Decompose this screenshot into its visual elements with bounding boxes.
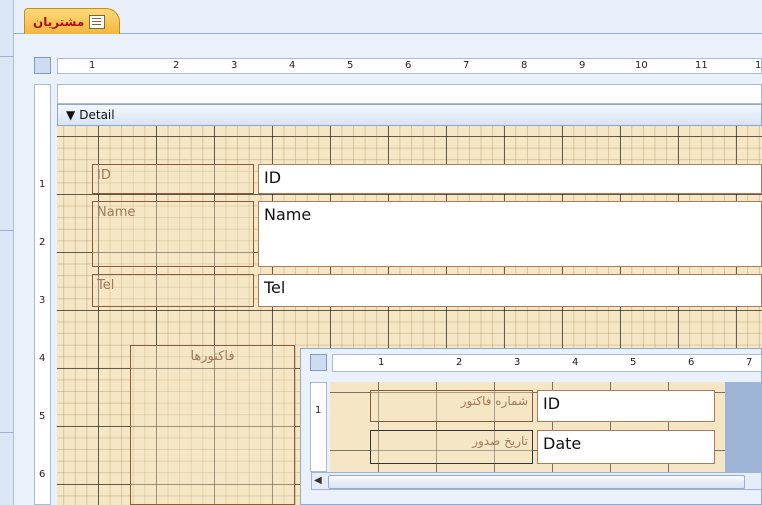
nav-divider [0,230,14,231]
form-selector-button[interactable] [34,57,51,74]
name-textbox[interactable]: Name [258,201,762,267]
tel-textbox[interactable]: Tel [258,274,762,307]
ruler-number: 11 [695,60,708,71]
detail-section-label: Detail [79,108,115,122]
form-icon [89,14,106,29]
tel-label[interactable]: Tel [92,274,254,307]
invoice-number-label[interactable]: شماره فاکتور [370,390,533,422]
tab-customers[interactable]: مشتریان [24,8,121,34]
ruler-number: 5 [39,411,46,422]
section-arrow-icon: ▼ [66,108,76,122]
issue-date-textbox[interactable]: Date [537,430,715,464]
document-tab-bar [14,0,762,34]
ruler-number: 4 [572,357,579,368]
nav-divider [0,432,14,433]
form-header-strip [57,84,762,104]
ruler-number: 3 [39,295,46,306]
ruler-number: 6 [39,469,46,480]
ruler-number: 1 [89,60,96,71]
subform-selector-button[interactable] [310,354,327,371]
ruler-number: 4 [289,60,296,71]
id-label[interactable]: ID [92,164,254,194]
ruler-number: 7 [746,357,753,368]
ruler-number: 8 [521,60,528,71]
scroll-left-icon[interactable]: ◀ [314,475,322,486]
invoices-subform-label[interactable]: فاکتورها [130,345,295,505]
ruler-number: 10 [635,60,648,71]
subform-empty-area [725,382,762,472]
ruler-number: 6 [688,357,695,368]
ruler-number: 1 [378,357,385,368]
ruler-number: 2 [39,237,46,248]
subform-horizontal-ruler[interactable]: 1 2 3 4 5 6 7 [332,354,762,372]
issue-date-label[interactable]: تاریخ صدور [370,430,533,464]
ruler-number: 6 [405,60,412,71]
ruler-number: 9 [579,60,586,71]
navigation-pane-edge [0,0,14,505]
subform-horizontal-scrollbar[interactable]: ◀ [311,472,762,490]
ruler-number: 1 [755,60,762,71]
ruler-number: 1 [39,179,46,190]
subform-vertical-ruler[interactable]: 1 [310,382,327,472]
ruler-number: 3 [231,60,238,71]
tab-title: مشتریان [33,14,85,29]
ruler-number: 3 [514,357,521,368]
horizontal-ruler[interactable]: 1 2 3 4 5 6 7 8 9 10 11 1 [57,58,762,74]
ruler-number: 5 [347,60,354,71]
ruler-number: 2 [456,357,463,368]
nav-divider [0,56,14,57]
name-label[interactable]: Name [92,201,254,267]
invoice-number-textbox[interactable]: ID [537,390,715,422]
ruler-number: 4 [39,353,46,364]
id-textbox[interactable]: ID [258,164,762,194]
ruler-number: 2 [173,60,180,71]
vertical-ruler[interactable]: 1 2 3 4 5 6 [34,84,51,505]
ruler-number: 1 [315,405,322,416]
scrollbar-thumb[interactable] [328,475,745,489]
ruler-number: 5 [630,357,637,368]
ruler-number: 7 [463,60,470,71]
detail-section-bar[interactable]: ▼ Detail [57,104,762,126]
